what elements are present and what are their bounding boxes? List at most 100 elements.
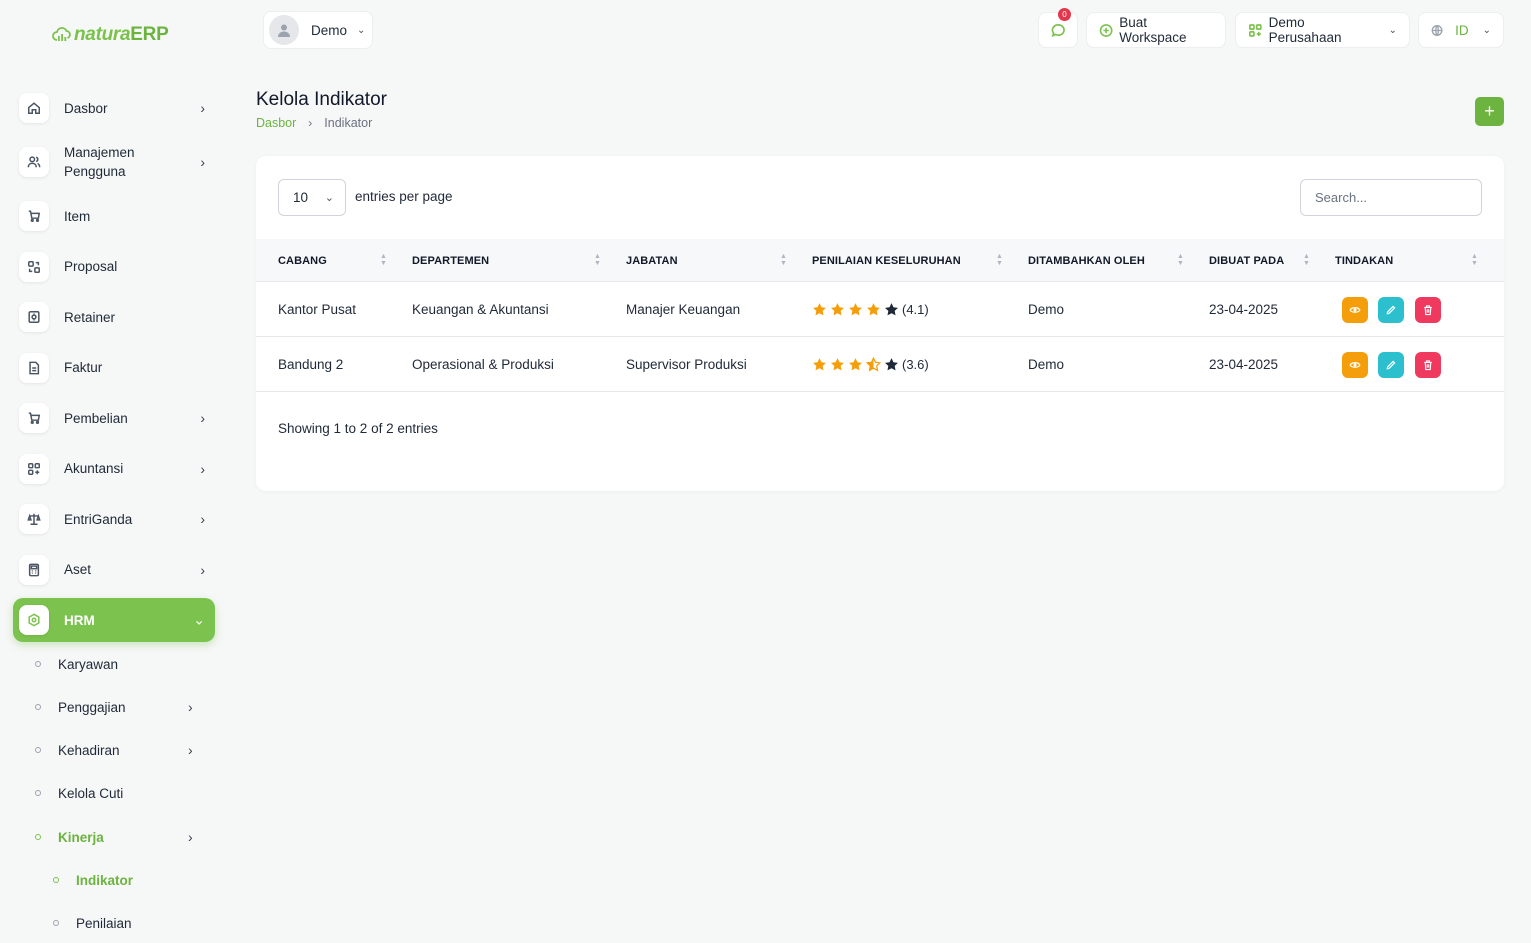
sidebar-item-label: Pembelian	[64, 410, 128, 426]
chevron-right-icon: ›	[200, 410, 205, 426]
user-menu[interactable]: Demo ⌄	[263, 11, 373, 49]
chevron-down-icon: ⌄	[1482, 24, 1491, 36]
star-empty-icon	[885, 302, 898, 315]
sort-icon[interactable]: ▲ ▼	[780, 253, 787, 267]
sidebar-item-aset[interactable]: Aset ›	[13, 548, 215, 592]
star-filled-icon	[831, 357, 844, 370]
language-switcher[interactable]: ID ⌄	[1418, 12, 1504, 48]
retainer-icon	[19, 302, 49, 332]
sidebar-item-item[interactable]: Item	[13, 194, 215, 238]
sidebar-item-label: Retainer	[64, 309, 116, 325]
eye-icon	[1349, 362, 1361, 368]
bullet-icon	[35, 661, 41, 667]
breadcrumb-current: Indikator	[324, 116, 373, 130]
sidebar-item-entriganda[interactable]: EntriGanda ›	[13, 497, 215, 541]
sidebar-item-label: HRM	[64, 612, 95, 628]
create-workspace-button[interactable]: Buat Workspace	[1086, 12, 1226, 48]
sidebar-subitem-label: Indikator	[76, 872, 134, 888]
sidebar-item-retainer[interactable]: Retainer	[13, 295, 215, 339]
sidebar-subitem-penggajian[interactable]: Penggajian	[35, 695, 126, 719]
delete-button[interactable]	[1415, 352, 1441, 378]
column-header-tindakan[interactable]: TINDAKAN	[1335, 239, 1393, 282]
sidebar-item-akuntansi[interactable]: Akuntansi ›	[13, 447, 215, 491]
cart-icon	[19, 201, 49, 231]
chevron-right-icon: ›	[188, 829, 193, 845]
column-header-cabang[interactable]: CABANG	[278, 239, 327, 282]
sidebar-subitem-indikator[interactable]: Indikator	[53, 868, 133, 892]
chevron-right-icon: ›	[188, 742, 193, 758]
column-header-ditambahkan-oleh[interactable]: DITAMBAHKAN OLEH	[1028, 239, 1145, 282]
chevron-down-icon: ⌄	[193, 611, 205, 628]
entries-per-page-label: entries per page	[355, 189, 453, 204]
sidebar-item-label: EntriGanda	[64, 511, 133, 527]
notifications-button[interactable]: 0	[1038, 8, 1078, 48]
grid-icon	[19, 453, 49, 484]
sort-icon[interactable]: ▲ ▼	[996, 253, 1003, 267]
sidebar: natura ERP Dasbor › Manajemen Pengguna › …	[0, 0, 228, 943]
star-filled-icon	[813, 302, 826, 315]
sort-icon[interactable]: ▲ ▼	[1471, 253, 1478, 267]
column-header-jabatan[interactable]: JABATAN	[626, 239, 678, 282]
sidebar-subitem-label: Kelola Cuti	[58, 785, 124, 801]
rating-stars	[812, 356, 902, 372]
logo-text-natura: natura	[74, 24, 131, 45]
entries-per-page-select[interactable]: 10 ⌄	[278, 179, 346, 216]
column-header-departemen[interactable]: DEPARTEMEN	[412, 239, 489, 282]
company-name: Demo Perusahaan	[1268, 15, 1342, 45]
user-name: Demo	[311, 22, 348, 38]
sidebar-subitem-karyawan[interactable]: Karyawan	[35, 652, 118, 676]
sidebar-item-pembelian[interactable]: Pembelian ›	[13, 396, 215, 440]
view-button[interactable]	[1342, 297, 1368, 323]
sidebar-item-proposal[interactable]: Proposal	[13, 245, 215, 289]
star-filled-icon	[813, 357, 826, 370]
column-header-dibuat-pada[interactable]: DIBUAT PADA	[1209, 239, 1284, 282]
sidebar-item-label: Aset	[64, 562, 92, 577]
bullet-icon	[35, 834, 41, 840]
hrm-icon	[19, 605, 49, 635]
sidebar-subitem-label: Penggajian	[58, 699, 126, 715]
user-icon	[278, 24, 290, 37]
trash-icon	[1424, 360, 1432, 371]
company-switcher[interactable]: Demo Perusahaan ⌄	[1235, 12, 1410, 48]
search-input[interactable]	[1300, 179, 1482, 216]
sidebar-subitem-kinerja[interactable]: Kinerja	[35, 825, 104, 849]
bullet-icon	[35, 790, 41, 796]
sidebar-subitem-penilaian[interactable]: Penilaian	[53, 911, 132, 935]
rating-value: (3.6)	[902, 356, 929, 372]
sidebar-item-label: Dasbor	[64, 100, 108, 116]
sidebar-item-manajemen-pengguna[interactable]: Manajemen Pengguna ›	[13, 138, 215, 186]
notification-badge: 0	[1058, 8, 1071, 21]
delete-button[interactable]	[1415, 297, 1441, 323]
sidebar-item-label: Proposal	[64, 259, 118, 274]
sidebar-item-label: Akuntansi	[64, 461, 124, 476]
breadcrumb: Dasbor › Indikator	[256, 116, 372, 130]
column-header-penilaian[interactable]: PENILAIAN KESELURUHAN	[812, 239, 961, 282]
chevron-down-icon: ⌄	[357, 24, 366, 36]
breadcrumb-separator-icon: ›	[308, 116, 313, 130]
sidebar-nav: Dasbor › Manajemen Pengguna › Item Propo…	[13, 86, 215, 649]
grid-icon	[1249, 23, 1262, 37]
add-indicator-button[interactable]: +	[1475, 97, 1504, 126]
table-row: Bandung 2 Operasional & Produksi Supervi…	[256, 337, 1504, 392]
bullet-icon	[35, 704, 41, 710]
sidebar-item-label: Item	[64, 208, 91, 224]
sort-icon[interactable]: ▲ ▼	[380, 253, 387, 267]
sidebar-subitem-kehadiran[interactable]: Kehadiran	[35, 738, 120, 762]
sidebar-item-faktur[interactable]: Faktur	[13, 346, 215, 390]
home-icon	[19, 93, 49, 123]
star-half-icon	[866, 356, 881, 372]
sidebar-item-dasbor[interactable]: Dasbor ›	[13, 86, 215, 130]
chevron-right-icon: ›	[200, 100, 205, 116]
indicator-table-card: 10 ⌄ entries per page CABANG ▲▼ DEPARTEM…	[256, 156, 1504, 491]
sort-icon[interactable]: ▲ ▼	[1177, 253, 1184, 267]
sidebar-item-hrm[interactable]: HRM ⌄	[13, 598, 215, 642]
app-logo[interactable]: natura ERP	[52, 22, 169, 48]
sort-icon[interactable]: ▲ ▼	[1303, 253, 1310, 267]
sidebar-subitem-kelola-cuti[interactable]: Kelola Cuti	[35, 781, 123, 805]
sort-icon[interactable]: ▲ ▼	[594, 253, 601, 267]
view-button[interactable]	[1342, 352, 1368, 378]
cell-departemen: Operasional & Produksi	[412, 356, 554, 372]
breadcrumb-home-link[interactable]: Dasbor	[256, 116, 296, 130]
edit-button[interactable]	[1378, 297, 1404, 323]
edit-button[interactable]	[1378, 352, 1404, 378]
